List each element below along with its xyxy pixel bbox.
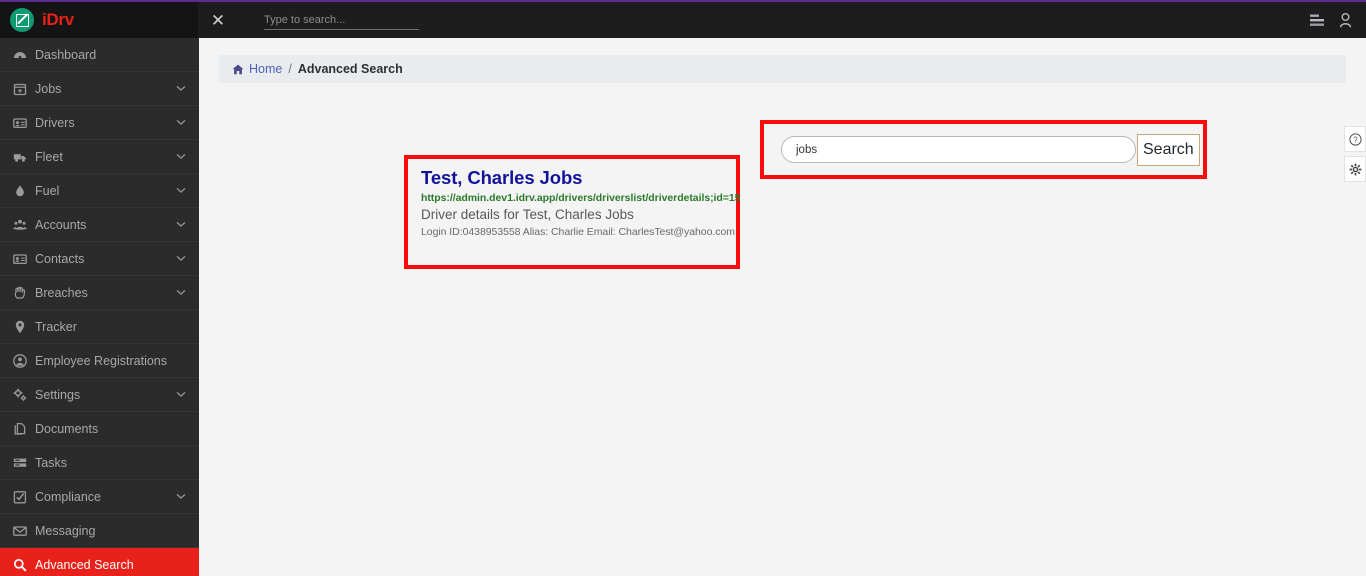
chevron-down-icon[interactable] [175, 219, 187, 231]
sidebar-item-tasks[interactable]: Tasks [0, 446, 199, 480]
gear-icon[interactable] [1344, 156, 1366, 182]
search-result-annotation: Test, Charles Jobs https://admin.dev1.id… [404, 155, 741, 269]
breadcrumb-home-link[interactable]: Home [249, 62, 282, 76]
sidebar-item-label: Advanced Search [35, 557, 134, 572]
chevron-down-icon[interactable] [175, 491, 187, 503]
hand-icon [13, 286, 33, 300]
map-pin-icon [13, 320, 33, 334]
close-icon[interactable]: ✕ [206, 12, 230, 29]
documents-icon [13, 422, 33, 436]
header-search-input[interactable] [264, 12, 419, 31]
help-circle-icon[interactable]: ? [1344, 126, 1366, 152]
sidebar-item-jobs[interactable]: Jobs [0, 72, 199, 106]
sidebar-item-label: Accounts [35, 217, 87, 232]
sidebar-item-label: Fleet [35, 149, 63, 164]
chevron-down-icon[interactable] [175, 117, 187, 129]
idrv-logo-icon [10, 8, 34, 32]
search-input[interactable] [781, 136, 1136, 163]
result-url[interactable]: https://admin.dev1.idrv.app/drivers/driv… [421, 192, 741, 204]
sidebar-item-drivers[interactable]: Drivers [0, 106, 199, 140]
breadcrumb-current: Advanced Search [297, 62, 403, 76]
sidebar-item-label: Breaches [35, 285, 88, 300]
list-icon[interactable] [1310, 14, 1325, 27]
header-search-wrap [264, 10, 419, 31]
fuel-drop-icon [13, 184, 33, 198]
sidebar-item-label: Contacts [35, 251, 85, 266]
sidebar-item-employee-registrations[interactable]: Employee Registrations [0, 344, 199, 378]
breadcrumb: Home / Advanced Search [219, 55, 1346, 83]
chevron-down-icon[interactable] [175, 287, 187, 299]
header-right-icons [1310, 12, 1366, 28]
top-header: iDrv ✕ [0, 2, 1366, 38]
sidebar-item-label: Compliance [35, 489, 102, 504]
calendar-plus-icon [13, 82, 33, 96]
id-card-icon [13, 116, 33, 130]
envelope-icon [13, 524, 33, 538]
sidebar-item-breaches[interactable]: Breaches [0, 276, 199, 310]
brand-name: iDrv [42, 10, 74, 29]
search-button[interactable]: Search [1137, 133, 1200, 166]
home-icon [232, 64, 244, 75]
check-square-icon [13, 490, 33, 504]
chevron-down-icon[interactable] [175, 253, 187, 265]
sidebar-item-contacts[interactable]: Contacts [0, 242, 199, 276]
app-root: iDrv ✕ DashboardJobsDriversFleetF [0, 0, 1366, 576]
floating-action-buttons: ? [1344, 126, 1366, 186]
result-meta: Login ID:0438953558 Alias: Charlie Email… [421, 226, 735, 239]
sidebar-item-fleet[interactable]: Fleet [0, 140, 199, 174]
breadcrumb-separator: / [288, 62, 292, 76]
chevron-down-icon[interactable] [175, 389, 187, 401]
sidebar-item-dashboard[interactable]: Dashboard [0, 38, 199, 72]
sidebar-item-label: Dashboard [35, 47, 97, 62]
search-panel-annotation: Search [760, 120, 1207, 179]
truck-icon [13, 150, 33, 164]
sidebar-item-label: Fuel [35, 183, 60, 198]
users-group-icon [13, 218, 33, 232]
sidebar-item-label: Employee Registrations [35, 353, 168, 368]
sidebar-item-label: Drivers [35, 115, 75, 130]
gears-icon [13, 388, 33, 402]
main-content: Home / Advanced Search Search Test, Char… [199, 38, 1366, 576]
search-row: Search [781, 133, 1200, 166]
sidebar-item-label: Jobs [35, 81, 62, 96]
sidebar-item-tracker[interactable]: Tracker [0, 310, 199, 344]
sidebar-item-label: Messaging [35, 523, 96, 538]
brand-area[interactable]: iDrv [0, 2, 198, 38]
contact-card-icon [13, 252, 33, 266]
result-snippet: Driver details for Test, Charles Jobs [421, 207, 634, 223]
sidebar-item-advanced-search[interactable]: Advanced Search [0, 548, 199, 576]
sidebar-item-label: Settings [35, 387, 81, 402]
sidebar-item-messaging[interactable]: Messaging [0, 514, 199, 548]
tasks-icon [13, 456, 33, 470]
sidebar-item-label: Tasks [35, 455, 67, 470]
user-icon[interactable] [1339, 12, 1352, 28]
sidebar-item-compliance[interactable]: Compliance [0, 480, 199, 514]
chevron-down-icon[interactable] [175, 185, 187, 197]
sidebar-item-label: Tracker [35, 319, 77, 334]
dashboard-icon [13, 48, 33, 62]
sidebar-item-accounts[interactable]: Accounts [0, 208, 199, 242]
chevron-down-icon[interactable] [175, 151, 187, 163]
user-circle-icon [13, 353, 33, 368]
sidebar-item-fuel[interactable]: Fuel [0, 174, 199, 208]
result-title[interactable]: Test, Charles Jobs [421, 166, 736, 189]
magnifier-icon [13, 558, 33, 572]
sidebar-item-settings[interactable]: Settings [0, 378, 199, 412]
svg-text:?: ? [1353, 135, 1358, 144]
sidebar-item-label: Documents [35, 421, 99, 436]
chevron-down-icon[interactable] [175, 83, 187, 95]
sidebar: Dashboard Jobs Drivers Fleet Fuel Accounts Con… [0, 38, 199, 576]
sidebar-item-documents[interactable]: Documents [0, 412, 199, 446]
